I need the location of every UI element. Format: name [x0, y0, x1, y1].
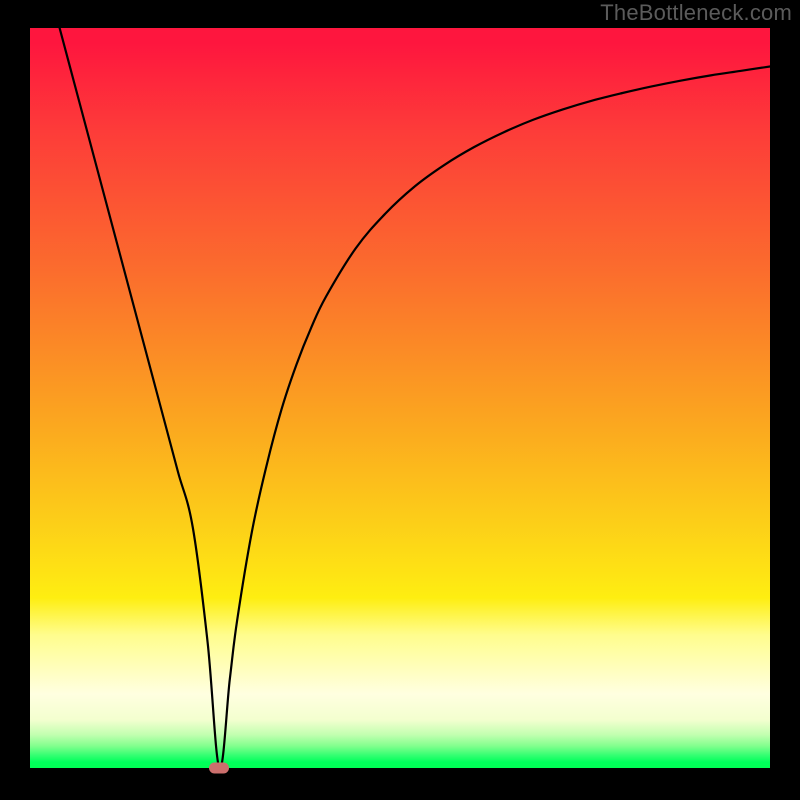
plot-area [30, 28, 770, 768]
watermark-text: TheBottleneck.com [600, 0, 792, 26]
bottleneck-curve [30, 28, 770, 768]
minimum-marker [209, 763, 229, 774]
chart-frame: TheBottleneck.com [0, 0, 800, 800]
